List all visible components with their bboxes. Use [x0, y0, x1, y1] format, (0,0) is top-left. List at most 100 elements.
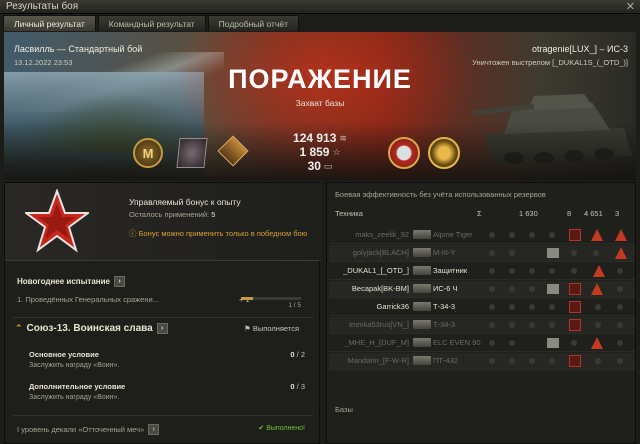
damage-badge-icon — [569, 229, 581, 241]
chevron-up-icon[interactable]: ⌃ — [15, 323, 23, 334]
col-value-1[interactable]: 1 630 — [519, 209, 538, 218]
bases-label: Базы — [335, 405, 353, 414]
kill-badge-icon — [593, 265, 605, 277]
player-name: golyjack[BLACH] — [352, 248, 409, 257]
col-value-4[interactable]: 3 — [615, 209, 619, 218]
assist-icon — [509, 232, 515, 238]
table-row[interactable]: Mandarin_[F-W-R] ПТ-432 — [329, 353, 635, 370]
tab-personal-result[interactable]: Личный результат — [3, 15, 96, 31]
check-icon: ✔ — [258, 425, 265, 432]
block-icon — [529, 232, 535, 238]
main-condition-desc: Заслужить награду «Воин». — [29, 362, 120, 369]
player-name: Mandarin_[F-W-R] — [347, 356, 409, 365]
challenge-progress: 1 / 5 — [241, 297, 301, 309]
bonus-title: Управляемый бонус к опыту — [129, 197, 241, 207]
block-icon — [617, 304, 623, 310]
kill-badge-icon — [591, 283, 603, 295]
tank-icon — [413, 302, 431, 311]
crit-icon — [549, 322, 555, 328]
reward-level-text: I уровень декали «Отточенный меч» — [17, 425, 145, 434]
player-name: _DUKAL1_[_OTD_] — [343, 266, 409, 275]
close-icon[interactable]: ✕ — [626, 0, 635, 13]
player-name: Immka53rus[VN_] — [348, 320, 409, 329]
main-condition-title: Основное условие — [29, 350, 99, 359]
col-value-2[interactable]: 8 — [567, 209, 571, 218]
tank-medal-icon[interactable] — [428, 137, 460, 169]
table-row[interactable]: maks_zeelik_92 Alpine Tiger — [329, 227, 635, 244]
chevron-right-icon[interactable]: › — [156, 323, 168, 334]
efficiency-panel: Боевая эффективность без учёта использов… — [326, 182, 636, 444]
tab-detailed-report[interactable]: Подробный отчёт — [207, 15, 299, 31]
vehicle-name: M-III-Y — [433, 248, 456, 257]
col-sort-icon[interactable]: Σ — [477, 209, 482, 218]
block-icon — [529, 304, 535, 310]
xp-value: 1 859 — [299, 145, 330, 159]
main-condition-count: 0 — [290, 350, 295, 359]
block-icon — [529, 268, 535, 274]
bonds-value: 30 — [307, 159, 321, 173]
crit-icon — [595, 322, 601, 328]
col-vehicle[interactable]: Техника — [335, 209, 363, 218]
crit-icon — [549, 358, 555, 364]
red-star-icon — [25, 189, 89, 253]
spotted-icon — [489, 286, 495, 292]
kill-badge-icon — [615, 247, 627, 259]
block-icon — [529, 322, 535, 328]
table-row[interactable]: Garrick36 Т-34-3 — [329, 299, 635, 316]
table-row[interactable]: golyjack[BLACH] M-III-Y — [329, 245, 635, 262]
vehicle-name: Т-34-3 — [433, 320, 456, 329]
spot-badge-icon — [547, 248, 559, 258]
challenge-progress-bar — [241, 297, 301, 300]
tank-icon — [413, 320, 431, 329]
table-row[interactable]: Immka53rus[VN_] Т-34-3 — [329, 317, 635, 334]
assist-icon — [509, 358, 515, 364]
assist-icon — [509, 322, 515, 328]
mastery-medal-icon[interactable]: M — [133, 138, 163, 168]
battle-results-window: Результаты боя ✕ Личный результат Команд… — [0, 0, 640, 444]
extra-condition-progress: 0 / 3 — [290, 382, 305, 391]
crit-icon — [549, 304, 555, 310]
player-vehicle: otragenie[LUX_] – ИС-3 — [531, 44, 628, 54]
table-row[interactable]: _DUKAL1_[_OTD_] Защитник — [329, 263, 635, 280]
block-icon — [529, 358, 535, 364]
table-row[interactable]: _MHE_H_[DUF_M] ELC EVEN 90 — [329, 335, 635, 352]
achievement-medal-icon[interactable] — [388, 137, 420, 169]
table-row[interactable]: Becapak[BK-BM] ИС-6 Ч — [329, 281, 635, 298]
col-value-3[interactable]: 4 651 — [584, 209, 603, 218]
tank-icon — [413, 266, 431, 275]
bonus-remaining-value: 5 — [211, 210, 216, 219]
vehicle-name: Alpine Tiger — [433, 230, 473, 239]
rank-badge-icon[interactable] — [176, 138, 208, 168]
extra-condition-title: Дополнительное условие — [29, 382, 126, 391]
battle-result-title: ПОРАЖЕНИЕ — [228, 64, 412, 94]
damage-badge-icon — [569, 319, 581, 331]
main-condition-total: / 2 — [296, 350, 305, 359]
bonds-icon: ▭ — [323, 160, 333, 171]
block-icon — [617, 358, 623, 364]
tab-team-result[interactable]: Командный результат — [97, 15, 206, 31]
progress-panel: Управляемый бонус к опыту Осталось приме… — [4, 182, 321, 444]
chevron-right-icon[interactable]: › — [114, 276, 125, 287]
assist-icon — [509, 250, 515, 256]
spotted-icon — [489, 322, 495, 328]
player-name: Garrick36 — [376, 302, 409, 311]
xp-bonus-block: Управляемый бонус к опыту Осталось приме… — [5, 183, 321, 261]
extra-condition-total: / 3 — [296, 382, 305, 391]
reward-level: I уровень декали «Отточенный меч» › — [17, 424, 160, 435]
credits-icon: ≋ — [339, 132, 347, 143]
assist-icon — [509, 286, 515, 292]
flag-icon: ⚑ — [244, 324, 251, 333]
battle-result-reason: Захват базы — [295, 98, 345, 108]
tank-icon — [413, 356, 431, 365]
assist-icon — [509, 268, 515, 274]
crit-icon — [571, 268, 577, 274]
spot-badge-icon — [547, 338, 559, 348]
chevron-right-icon[interactable]: › — [148, 424, 160, 435]
divider — [13, 415, 313, 416]
assist-icon — [509, 340, 515, 346]
kill-badge-icon — [591, 229, 603, 241]
damage-badge-icon — [569, 355, 581, 367]
block-icon — [617, 268, 623, 274]
spotted-icon — [489, 232, 495, 238]
crit-icon — [571, 250, 577, 256]
